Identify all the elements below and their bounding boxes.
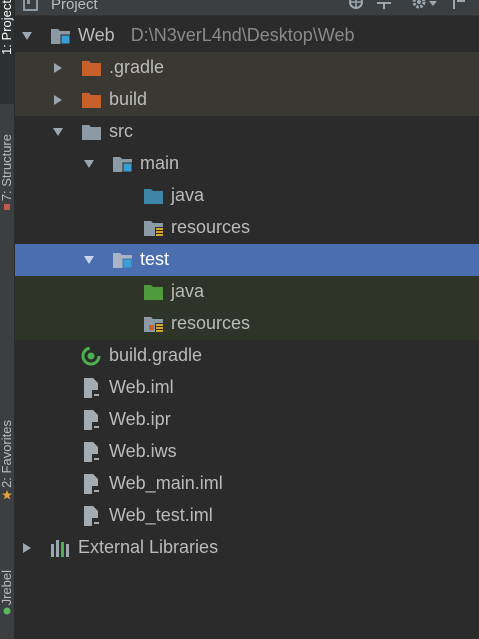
tree-item-main-resources[interactable]: resources	[15, 212, 479, 244]
chevron-right-icon[interactable]	[52, 62, 64, 74]
structure-icon	[4, 204, 10, 211]
locate-icon[interactable]	[347, 0, 365, 11]
tree-item-web[interactable]: Web D:\N3verL4nd\Desktop\Web	[15, 20, 479, 52]
tree-item-test[interactable]: test	[15, 244, 479, 276]
module-folder-icon	[113, 253, 133, 269]
tree-item-main-java[interactable]: java	[15, 180, 479, 212]
tree-item-web-test-iml[interactable]: Web_test.iml	[15, 500, 479, 532]
tree-item-label: resources	[171, 217, 251, 237]
tree-item-web-ipr[interactable]: Web.ipr	[15, 404, 479, 436]
tree-item-external-libraries[interactable]: External Libraries	[15, 532, 479, 564]
chevron-right-icon[interactable]	[52, 94, 64, 106]
tree-item-label: Web	[78, 25, 115, 45]
tab-structure[interactable]: 7: Structure	[0, 134, 14, 246]
jrebel-icon	[3, 607, 11, 615]
resources-root-icon	[144, 221, 164, 237]
tree-item-label: java	[171, 185, 205, 205]
file-icon	[84, 506, 100, 526]
file-icon	[84, 474, 100, 494]
tab-jrebel-label: Jrebel	[0, 570, 14, 606]
tool-window-strip: 1: Project 7: Structure 2: Favorites Jre…	[0, 0, 15, 639]
tree-item-label: .gradle	[109, 57, 165, 77]
star-icon	[2, 489, 12, 500]
tree-item-label: src	[109, 121, 133, 141]
tree-item-build-dir[interactable]: build	[15, 84, 479, 116]
tree-item-test-resources[interactable]: resources	[15, 308, 479, 340]
hide-icon[interactable]	[451, 0, 469, 11]
tab-favorites[interactable]: 2: Favorites	[0, 420, 14, 538]
tree-item-test-java[interactable]: java	[15, 276, 479, 308]
chevron-down-icon[interactable]	[83, 158, 95, 170]
tab-project-label: 1: Project	[0, 0, 14, 55]
tree-item-web-iml[interactable]: Web.iml	[15, 372, 479, 404]
tree-item-main[interactable]: main	[15, 148, 479, 180]
chevron-right-icon[interactable]	[21, 542, 33, 554]
chevron-down-icon[interactable]	[83, 254, 95, 266]
gradle-icon	[81, 346, 101, 366]
tree-item-label: build	[109, 89, 148, 109]
tab-structure-label: 7: Structure	[0, 134, 14, 202]
tree-item-label: Web.iml	[109, 377, 174, 397]
tab-project[interactable]: 1: Project	[0, 0, 14, 104]
tree-item-label: Web.ipr	[109, 409, 171, 429]
libraries-icon	[51, 540, 69, 557]
folder-icon	[82, 125, 101, 140]
tree-item-web-iws[interactable]: Web.iws	[15, 436, 479, 468]
file-icon	[84, 410, 100, 430]
file-icon	[84, 378, 100, 398]
tree-item-label: External Libraries	[78, 537, 219, 557]
tree-item-web-main-iml[interactable]: Web_main.iml	[15, 468, 479, 500]
project-tool-window: 1: Project 7: Structure 2: Favorites Jre…	[0, 0, 479, 639]
chevron-down-icon[interactable]	[21, 30, 33, 42]
test-source-root-icon	[144, 285, 163, 300]
chevron-down-icon[interactable]	[52, 126, 64, 138]
tree-item-label: test	[140, 249, 170, 269]
tab-jrebel[interactable]: Jrebel	[0, 570, 14, 639]
project-tree: Web D:\N3verL4nd\Desktop\Web .gradle buil…	[15, 20, 479, 564]
tree-item-label: main	[140, 153, 180, 173]
excluded-folder-icon	[82, 61, 101, 76]
tree-item-label: Web_test.iml	[109, 505, 213, 525]
tool-window-header: Project	[15, 0, 479, 16]
tree-item-src[interactable]: src	[15, 116, 479, 148]
tree-item-label: build.gradle	[109, 345, 203, 365]
excluded-folder-icon	[82, 93, 101, 108]
tree-item-label: Web.iws	[109, 441, 177, 461]
module-folder-icon	[51, 29, 71, 45]
tree-item-label: java	[171, 281, 205, 301]
test-resources-root-icon	[144, 317, 164, 333]
tree-item-build-gradle[interactable]: build.gradle	[15, 340, 479, 372]
gear-icon[interactable]	[411, 0, 439, 11]
file-icon	[84, 442, 100, 462]
project-view-icon	[23, 0, 38, 11]
collapse-all-icon[interactable]	[375, 0, 393, 11]
tool-window-title[interactable]: Project	[51, 0, 98, 13]
tree-item-gradle-dir[interactable]: .gradle	[15, 52, 479, 84]
source-root-icon	[144, 189, 163, 204]
tree-item-label: Web_main.iml	[109, 473, 223, 493]
tab-favorites-label: 2: Favorites	[0, 420, 14, 488]
module-folder-icon	[113, 157, 133, 173]
project-path: D:\N3verL4nd\Desktop\Web	[130, 25, 355, 45]
tree-item-label: resources	[171, 313, 251, 333]
